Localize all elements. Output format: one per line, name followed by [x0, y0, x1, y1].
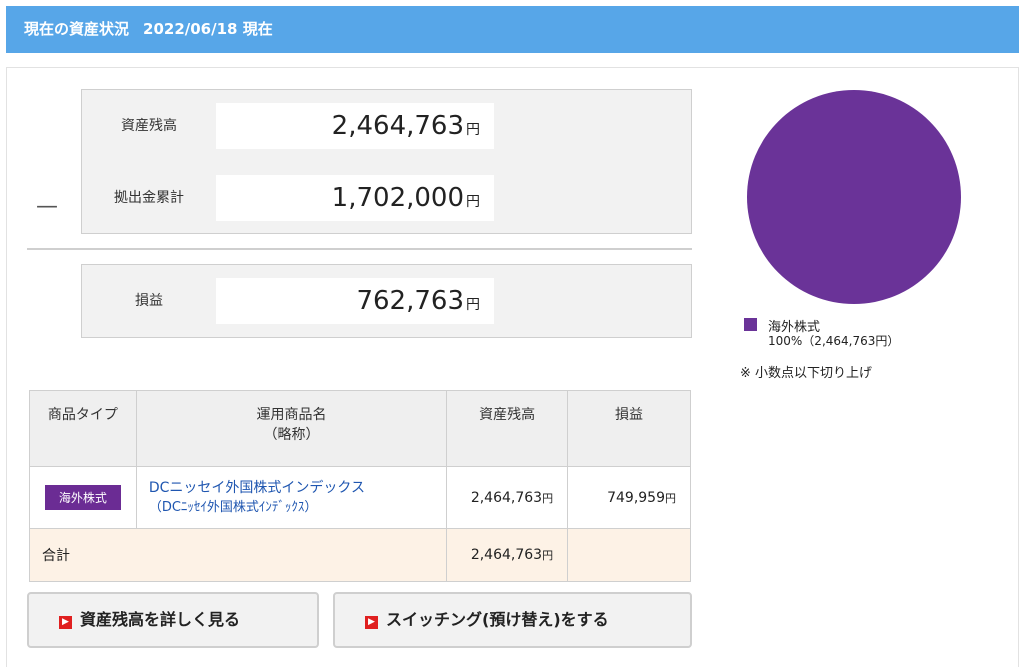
col-name-label: 運用商品名: [256, 407, 327, 423]
total-label: 合計: [28, 528, 448, 582]
type-cell: 海外株式: [29, 466, 137, 529]
yen-unit: 円: [466, 122, 480, 138]
yen-unit: 円: [542, 491, 554, 505]
yen-unit: 円: [466, 194, 480, 210]
row-profit: 749,959: [607, 489, 665, 506]
contribution-value-box: 1,702,000 円: [216, 175, 494, 221]
col-balance-header: 資産残高: [446, 390, 569, 467]
arrow-right-icon: ▶: [59, 616, 72, 629]
table-header-row: 商品タイプ 運用商品名 （略称） 資産残高 損益: [29, 390, 691, 467]
divider: [27, 248, 692, 250]
table-row: 海外株式 DCニッセイ外国株式インデックス （DCﾆｯｾｲ外国株式ｲﾝﾃﾞｯｸｽ…: [29, 466, 691, 529]
holdings-table: 商品タイプ 運用商品名 （略称） 資産残高 損益 海外株式 DCニッセイ外国株式イ…: [28, 390, 691, 582]
contribution-value: 1,702,000: [331, 183, 464, 213]
col-type-header: 商品タイプ: [29, 390, 137, 467]
type-badge: 海外株式: [44, 485, 121, 510]
profit-row: 損益 762,763 円: [82, 265, 691, 337]
balance-value-box: 2,464,763 円: [216, 103, 494, 149]
switching-button[interactable]: ▶ スイッチング(預け替え)をする: [333, 592, 692, 648]
profit-label: 損益: [135, 293, 163, 309]
legend-value: 100%（2,464,763円）: [768, 334, 900, 348]
total-balance: 2,464,763: [470, 547, 543, 563]
arrow-right-icon: ▶: [365, 616, 378, 629]
row-balance: 2,464,763: [470, 489, 543, 506]
yen-unit: 円: [466, 297, 480, 313]
col-name-header: 運用商品名 （略称）: [135, 390, 448, 467]
contribution-row: 拠出金累計 1,702,000 円: [82, 162, 691, 234]
total-row: 合計 2,464,763円: [28, 528, 691, 582]
balance-value: 2,464,763: [331, 111, 464, 141]
balance-row: 資産残高 2,464,763 円: [82, 90, 691, 162]
as-of-date: 2022/06/18 現在: [143, 20, 273, 38]
total-balance-cell: 2,464,763円: [446, 528, 569, 582]
balance-label: 資産残高: [121, 118, 177, 134]
page-title: 現在の資産状況: [24, 20, 130, 38]
row-balance-cell: 2,464,763円: [446, 466, 569, 529]
yen-unit: 円: [542, 549, 554, 562]
fund-name-link[interactable]: DCニッセイ外国株式インデックス: [149, 479, 445, 498]
profit-value-box: 762,763 円: [216, 278, 494, 324]
legend-swatch: [744, 318, 757, 331]
contribution-label: 拠出金累計: [114, 190, 184, 206]
total-profit-cell: [567, 528, 691, 582]
name-cell: DCニッセイ外国株式インデックス （DCﾆｯｾｲ外国株式ｲﾝﾃﾞｯｸｽ）: [135, 466, 448, 529]
switching-label: スイッチング(預け替え)をする: [386, 610, 609, 629]
yen-unit: 円: [665, 491, 676, 505]
col-profit-header: 損益: [567, 390, 691, 467]
balance-summary-box: 資産残高 2,464,763 円 拠出金累計 1,702,000 円: [81, 89, 692, 234]
col-name-sub: （略称）: [263, 427, 320, 443]
fund-short-name[interactable]: （DCﾆｯｾｲ外国株式ｲﾝﾃﾞｯｸｽ）: [149, 498, 445, 517]
rounding-note: ※ 小数点以下切り上げ: [740, 366, 873, 381]
view-balance-detail-label: 資産残高を詳しく見る: [80, 610, 241, 629]
row-profit-cell: 749,959円: [567, 466, 691, 529]
profit-summary-box: 損益 762,763 円: [81, 264, 692, 338]
minus-sign: —: [36, 194, 58, 219]
pie-slice-overseas-stock: [747, 90, 961, 304]
view-balance-detail-button[interactable]: ▶ 資産残高を詳しく見る: [27, 592, 319, 648]
page-header: 現在の資産状況 2022/06/18 現在: [6, 6, 1019, 53]
profit-value: 762,763: [356, 286, 464, 316]
